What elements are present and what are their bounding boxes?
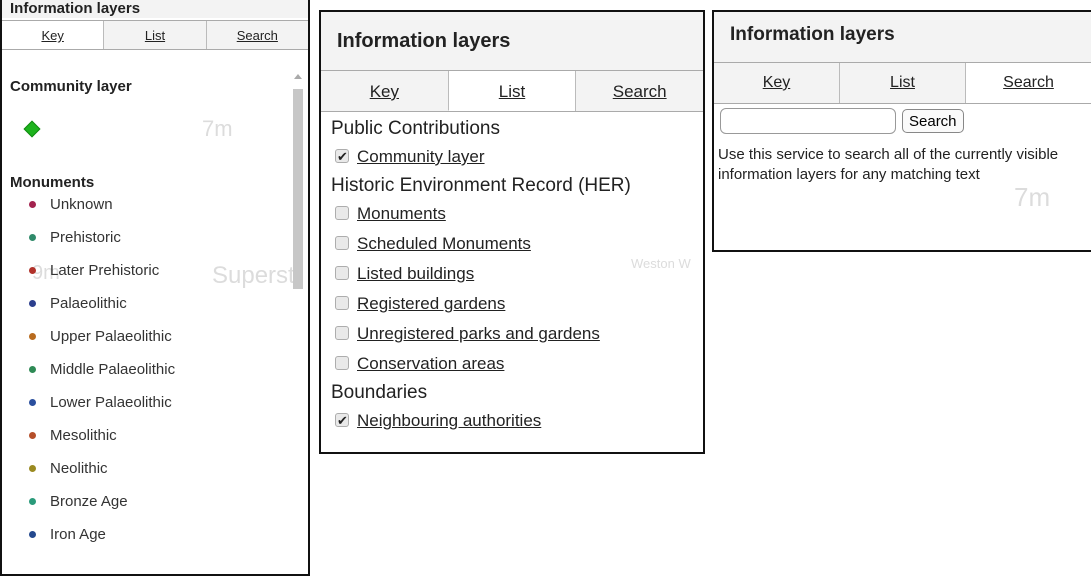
legend-label: Iron Age (50, 526, 106, 543)
tab-bar: Key List Search (321, 71, 703, 112)
layer-checkbox[interactable] (335, 266, 349, 280)
legend-label: Unknown (50, 196, 113, 213)
layer-item[interactable]: Listed buildings (331, 259, 703, 289)
scrollbar-thumb[interactable] (293, 89, 303, 289)
search-input[interactable] (720, 108, 896, 134)
layer-link[interactable]: Scheduled Monuments (357, 234, 531, 253)
search-button[interactable]: Search (902, 109, 964, 133)
tab-bar: Key List Search (714, 63, 1091, 104)
legend-item: Palaeolithic (2, 287, 175, 320)
legend-dot-icon (29, 366, 36, 373)
layer-group-heading: Boundaries (331, 382, 428, 403)
key-panel: 7m Superst 9m Information layers Key Lis… (0, 0, 310, 576)
search-panel: 7m Information layers Key List Search Se… (712, 10, 1091, 252)
list-panel: Weston W Information layers Key List Sea… (319, 10, 705, 454)
tab-search[interactable]: Search (965, 63, 1091, 103)
layer-group-heading: Public Contributions (331, 118, 500, 139)
legend-dot-icon (29, 432, 36, 439)
legend-label: Mesolithic (50, 427, 117, 444)
legend-label: Later Prehistoric (50, 262, 160, 279)
legend-item: Mesolithic (2, 419, 175, 452)
legend-item: Upper Palaeolithic (2, 320, 175, 353)
layer-link[interactable]: Conservation areas (357, 354, 504, 373)
legend-label: Bronze Age (50, 493, 128, 510)
legend-label: Upper Palaeolithic (50, 328, 172, 345)
layer-checkbox[interactable] (335, 406, 349, 436)
tab-key[interactable]: Key (321, 71, 448, 111)
search-row: Search (720, 108, 964, 134)
layer-checkbox[interactable] (335, 296, 349, 310)
scroll-up-icon[interactable] (294, 74, 302, 79)
community-layer-heading: Community layer (10, 78, 132, 95)
layer-link[interactable]: Registered gardens (357, 294, 505, 313)
legend-label: Neolithic (50, 460, 108, 477)
layer-item[interactable]: Monuments (331, 199, 703, 229)
panel-title: Information layers (2, 0, 308, 18)
search-help-text: Use this service to search all of the cu… (718, 146, 1059, 183)
layer-link[interactable]: Monuments (357, 204, 446, 223)
tab-list[interactable]: List (447, 71, 576, 111)
layer-list: Public Contributions Community layer Histo… (321, 112, 703, 436)
legend-dot-icon (29, 399, 36, 406)
monument-legend: Unknown Prehistoric Later Prehistoric Palae… (2, 188, 175, 551)
panel-title: Information layers (321, 12, 703, 71)
tab-list[interactable]: List (103, 21, 205, 49)
legend-item: Neolithic (2, 452, 175, 485)
legend-dot-icon (29, 465, 36, 472)
legend-label: Palaeolithic (50, 295, 127, 312)
tab-list[interactable]: List (839, 63, 965, 103)
map-label: 7m (1014, 182, 1051, 212)
layer-link[interactable]: Community layer (357, 147, 485, 166)
tab-search[interactable]: Search (575, 71, 703, 111)
layer-item[interactable]: Unregistered parks and gardens (331, 319, 703, 349)
legend-dot-icon (29, 531, 36, 538)
legend-dot-icon (29, 300, 36, 307)
layer-checkbox[interactable] (335, 206, 349, 220)
layer-checkbox[interactable] (335, 142, 349, 172)
layer-item[interactable]: Registered gardens (331, 289, 703, 319)
legend-label: Middle Palaeolithic (50, 361, 176, 378)
legend-dot-icon (29, 234, 36, 241)
layer-checkbox[interactable] (335, 236, 349, 250)
layer-link[interactable]: Listed buildings (357, 264, 474, 283)
layer-group-heading: Historic Environment Record (HER) (331, 175, 631, 196)
legend-label: Prehistoric (50, 229, 121, 246)
layer-checkbox[interactable] (335, 326, 349, 340)
layer-item[interactable]: Community layer (331, 142, 703, 172)
layer-link[interactable]: Unregistered parks and gardens (357, 324, 600, 343)
legend-item: Lower Palaeolithic (2, 386, 175, 419)
legend-dot-icon (29, 498, 36, 505)
legend-item: Unknown (2, 188, 175, 221)
layer-item[interactable]: Conservation areas (331, 349, 703, 379)
layer-checkbox[interactable] (335, 356, 349, 370)
legend-dot-icon (29, 267, 36, 274)
tab-bar: Key List Search (2, 20, 308, 50)
tab-key[interactable]: Key (714, 63, 839, 103)
tab-key[interactable]: Key (2, 21, 104, 49)
legend-label: Lower Palaeolithic (50, 394, 172, 411)
layer-item[interactable]: Scheduled Monuments (331, 229, 703, 259)
layer-item[interactable]: Neighbouring authorities (331, 406, 703, 436)
legend-item: Middle Palaeolithic (2, 353, 175, 386)
legend-item: Prehistoric (2, 221, 175, 254)
panel-title: Information layers (714, 12, 1091, 63)
tab-search[interactable]: Search (205, 21, 308, 49)
legend-item: Bronze Age (2, 485, 175, 518)
scrollbar[interactable] (292, 74, 304, 304)
legend-item: Later Prehistoric (2, 254, 175, 287)
legend-dot-icon (29, 333, 36, 340)
legend-dot-icon (29, 201, 36, 208)
layer-link[interactable]: Neighbouring authorities (357, 411, 541, 430)
legend-item: Iron Age (2, 518, 175, 551)
